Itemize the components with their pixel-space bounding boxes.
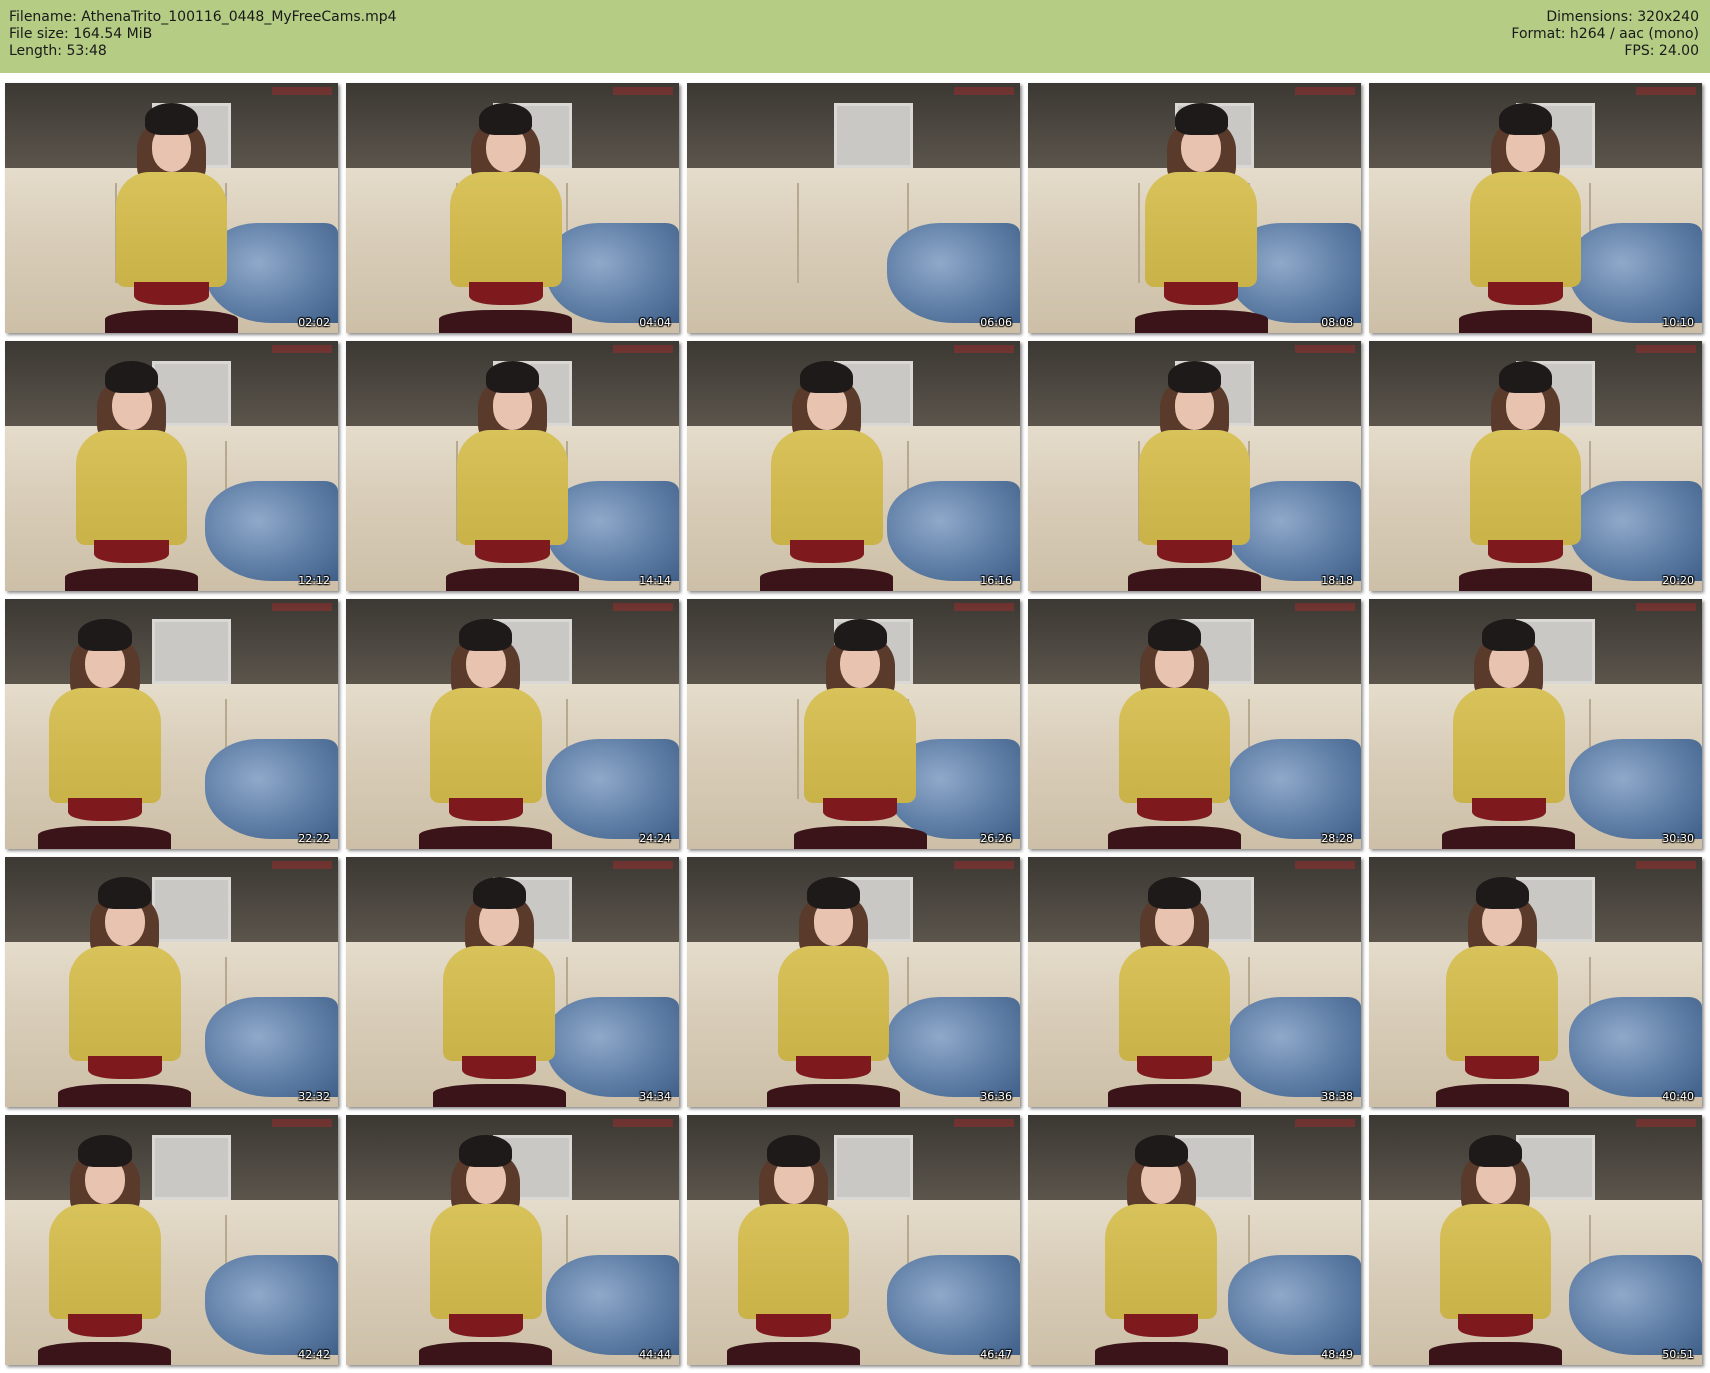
thumbnail-image [1369, 341, 1702, 591]
timestamp-label: 50:51 [1662, 1348, 1694, 1361]
thumbnail-image [5, 83, 338, 333]
file-info: Filename: AthenaTrito_100116_0448_MyFree… [9, 9, 397, 60]
thumbnail-image [687, 857, 1020, 1107]
timestamp-label: 24:24 [639, 832, 671, 845]
timestamp-label: 22:22 [298, 832, 330, 845]
timestamp-label: 16:16 [980, 574, 1012, 587]
thumbnail: 50:51 [1369, 1115, 1702, 1365]
thumbnail: 08:08 [1028, 83, 1361, 333]
thumbnail: 48:49 [1028, 1115, 1361, 1365]
thumbnail-image [5, 341, 338, 591]
thumbnail-image [1028, 599, 1361, 849]
thumbnail-image [1028, 83, 1361, 333]
timestamp-label: 48:49 [1321, 1348, 1353, 1361]
info-header: Filename: AthenaTrito_100116_0448_MyFree… [0, 0, 1710, 73]
thumbnail: 12:12 [5, 341, 338, 591]
thumbnail-image [1028, 1115, 1361, 1365]
length-text: Length: 53:48 [9, 43, 107, 59]
filename-text: Filename: AthenaTrito_100116_0448_MyFree… [9, 9, 397, 25]
thumbnail: 02:02 [5, 83, 338, 333]
timestamp-label: 10:10 [1662, 316, 1694, 329]
timestamp-label: 02:02 [298, 316, 330, 329]
timestamp-label: 38:38 [1321, 1090, 1353, 1103]
timestamp-label: 30:30 [1662, 832, 1694, 845]
thumbnail: 36:36 [687, 857, 1020, 1107]
thumbnail-image [687, 1115, 1020, 1365]
thumbnail-image [5, 1115, 338, 1365]
thumbnail: 42:42 [5, 1115, 338, 1365]
thumbnail: 32:32 [5, 857, 338, 1107]
thumbnail: 14:14 [346, 341, 679, 591]
timestamp-label: 14:14 [639, 574, 671, 587]
thumbnail-image [687, 83, 1020, 333]
dimensions-text: Dimensions: 320x240 [1546, 9, 1699, 25]
timestamp-label: 46:47 [980, 1348, 1012, 1361]
thumbnail-image [1369, 1115, 1702, 1365]
thumbnail-image [346, 857, 679, 1107]
timestamp-label: 08:08 [1321, 316, 1353, 329]
timestamp-label: 44:44 [639, 1348, 671, 1361]
timestamp-label: 40:40 [1662, 1090, 1694, 1103]
thumbnail-image [1369, 857, 1702, 1107]
thumbnail: 40:40 [1369, 857, 1702, 1107]
thumbnail: 22:22 [5, 599, 338, 849]
thumbnail-image [1028, 857, 1361, 1107]
thumbnail: 34:34 [346, 857, 679, 1107]
thumbnail-image [687, 599, 1020, 849]
thumbnail: 30:30 [1369, 599, 1702, 849]
timestamp-label: 28:28 [1321, 832, 1353, 845]
timestamp-label: 04:04 [639, 316, 671, 329]
thumbnail: 24:24 [346, 599, 679, 849]
thumbnail: 04:04 [346, 83, 679, 333]
thumbnail-image [346, 1115, 679, 1365]
timestamp-label: 36:36 [980, 1090, 1012, 1103]
thumbnail-image [1028, 341, 1361, 591]
thumbnail: 18:18 [1028, 341, 1361, 591]
thumbnail: 16:16 [687, 341, 1020, 591]
timestamp-label: 26:26 [980, 832, 1012, 845]
timestamp-label: 20:20 [1662, 574, 1694, 587]
thumbnail-image [1369, 83, 1702, 333]
thumbnail: 44:44 [346, 1115, 679, 1365]
thumbnail: 10:10 [1369, 83, 1702, 333]
thumbnail-image [5, 857, 338, 1107]
thumbnail: 46:47 [687, 1115, 1020, 1365]
timestamp-label: 06:06 [980, 316, 1012, 329]
thumbnail: 26:26 [687, 599, 1020, 849]
thumbnail-image [346, 341, 679, 591]
filesize-text: File size: 164.54 MiB [9, 26, 153, 42]
thumbnail-image [346, 83, 679, 333]
thumbnail-image [1369, 599, 1702, 849]
timestamp-label: 34:34 [639, 1090, 671, 1103]
timestamp-label: 32:32 [298, 1090, 330, 1103]
thumbnail: 06:06 [687, 83, 1020, 333]
thumbnail-image [346, 599, 679, 849]
timestamp-label: 12:12 [298, 574, 330, 587]
thumbnail-image [5, 599, 338, 849]
format-text: Format: h264 / aac (mono) [1511, 26, 1699, 42]
timestamp-label: 18:18 [1321, 574, 1353, 587]
video-info: Dimensions: 320x240 Format: h264 / aac (… [1511, 9, 1699, 60]
thumbnail: 28:28 [1028, 599, 1361, 849]
thumbnail: 38:38 [1028, 857, 1361, 1107]
fps-text: FPS: 24.00 [1624, 43, 1699, 59]
timestamp-label: 42:42 [298, 1348, 330, 1361]
thumbnail-image [687, 341, 1020, 591]
thumbnail: 20:20 [1369, 341, 1702, 591]
thumbnail-grid: 02:02 04:04 06:06 08:08 10:10 12:12 14:14 16:16… [5, 83, 1705, 1365]
